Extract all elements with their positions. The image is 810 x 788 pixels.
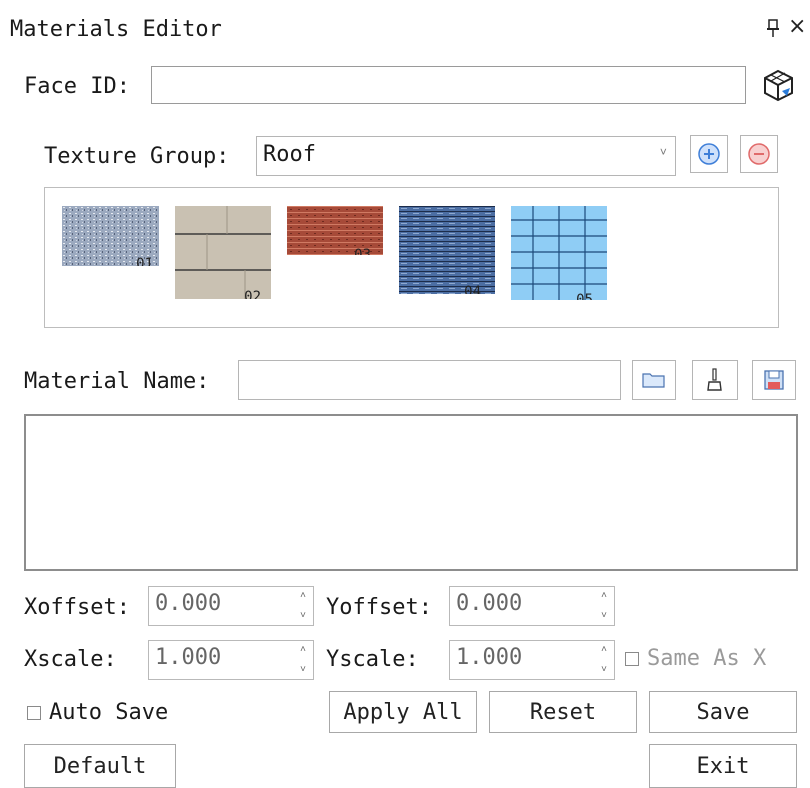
exit-button[interactable]: Exit [649,744,797,788]
folder-icon [642,373,665,388]
face-id-label: Face ID: [24,74,130,99]
material-preview-area [24,414,798,571]
auto-save-label: Auto Save [49,700,169,725]
auto-save-checkbox[interactable]: Auto Save [27,699,168,727]
checkbox-box[interactable] [27,706,41,720]
default-button[interactable]: Default [24,744,176,788]
same-as-x-checkbox[interactable]: Same As X [625,645,766,673]
xoffset-label: Xoffset: [24,595,130,620]
texture-group-select[interactable]: Roof ˅ [256,136,676,176]
xscale-spinbox[interactable]: 1.000 ˄ ˅ [148,640,314,680]
xscale-label: Xscale: [24,647,117,672]
remove-icon [748,143,770,165]
remove-texture-group-button[interactable] [740,135,778,173]
texture-thumbnail[interactable]: 03 [287,206,383,255]
xscale-value: 1.000 [155,645,222,670]
face-select-cube-icon[interactable] [759,66,797,104]
texture-thumbnail[interactable]: 02 [175,206,271,299]
spin-arrows-icon[interactable]: ˄ ˅ [299,645,307,675]
spin-arrows-icon[interactable]: ˄ ˅ [600,591,608,621]
texture-thumbnail-panel: 01 02 03 04 05 [44,187,779,328]
yscale-value: 1.000 [456,645,523,670]
texture-group-selected: Roof [263,142,316,167]
texture-group-label: Texture Group: [44,144,230,169]
xoffset-spinbox[interactable]: 0.000 ˄ ˅ [148,586,314,626]
save-button[interactable]: Save [649,691,797,733]
xoffset-value: 0.000 [155,591,222,616]
save-disk-icon [764,370,784,390]
add-texture-group-button[interactable] [690,135,728,173]
reset-button[interactable]: Reset [489,691,637,733]
spin-arrows-icon[interactable]: ˄ ˅ [600,645,608,675]
chevron-down-icon: ˅ [659,145,667,159]
window-title: Materials Editor [10,17,222,42]
pin-icon[interactable] [766,18,780,38]
same-as-x-label: Same As X [647,646,767,671]
thumbnail-number: 02 [244,289,261,299]
face-id-input[interactable] [151,66,746,104]
thumbnail-number: 01 [136,256,153,266]
thumbnail-number: 05 [576,292,593,300]
open-folder-button[interactable] [632,360,676,400]
yscale-label: Yscale: [326,647,419,672]
yoffset-value: 0.000 [456,591,523,616]
apply-all-button[interactable]: Apply All [329,691,477,733]
material-name-input[interactable] [238,360,621,400]
texture-thumbnail[interactable]: 01 [62,206,159,266]
thumbnail-number: 03 [354,247,371,255]
add-icon [698,143,720,165]
close-icon[interactable]: × [788,14,806,39]
yoffset-spinbox[interactable]: 0.000 ˄ ˅ [449,586,615,626]
spin-arrows-icon[interactable]: ˄ ˅ [299,591,307,621]
yscale-spinbox[interactable]: 1.000 ˄ ˅ [449,640,615,680]
brush-button[interactable] [692,360,738,400]
save-material-button[interactable] [752,360,796,400]
texture-thumbnail[interactable]: 04 [399,206,495,294]
yoffset-label: Yoffset: [326,595,432,620]
thumbnail-number: 04 [464,284,481,294]
material-name-label: Material Name: [24,369,210,394]
brush-icon [707,368,722,391]
texture-thumbnail[interactable]: 05 [511,206,607,300]
checkbox-box[interactable] [625,652,639,666]
